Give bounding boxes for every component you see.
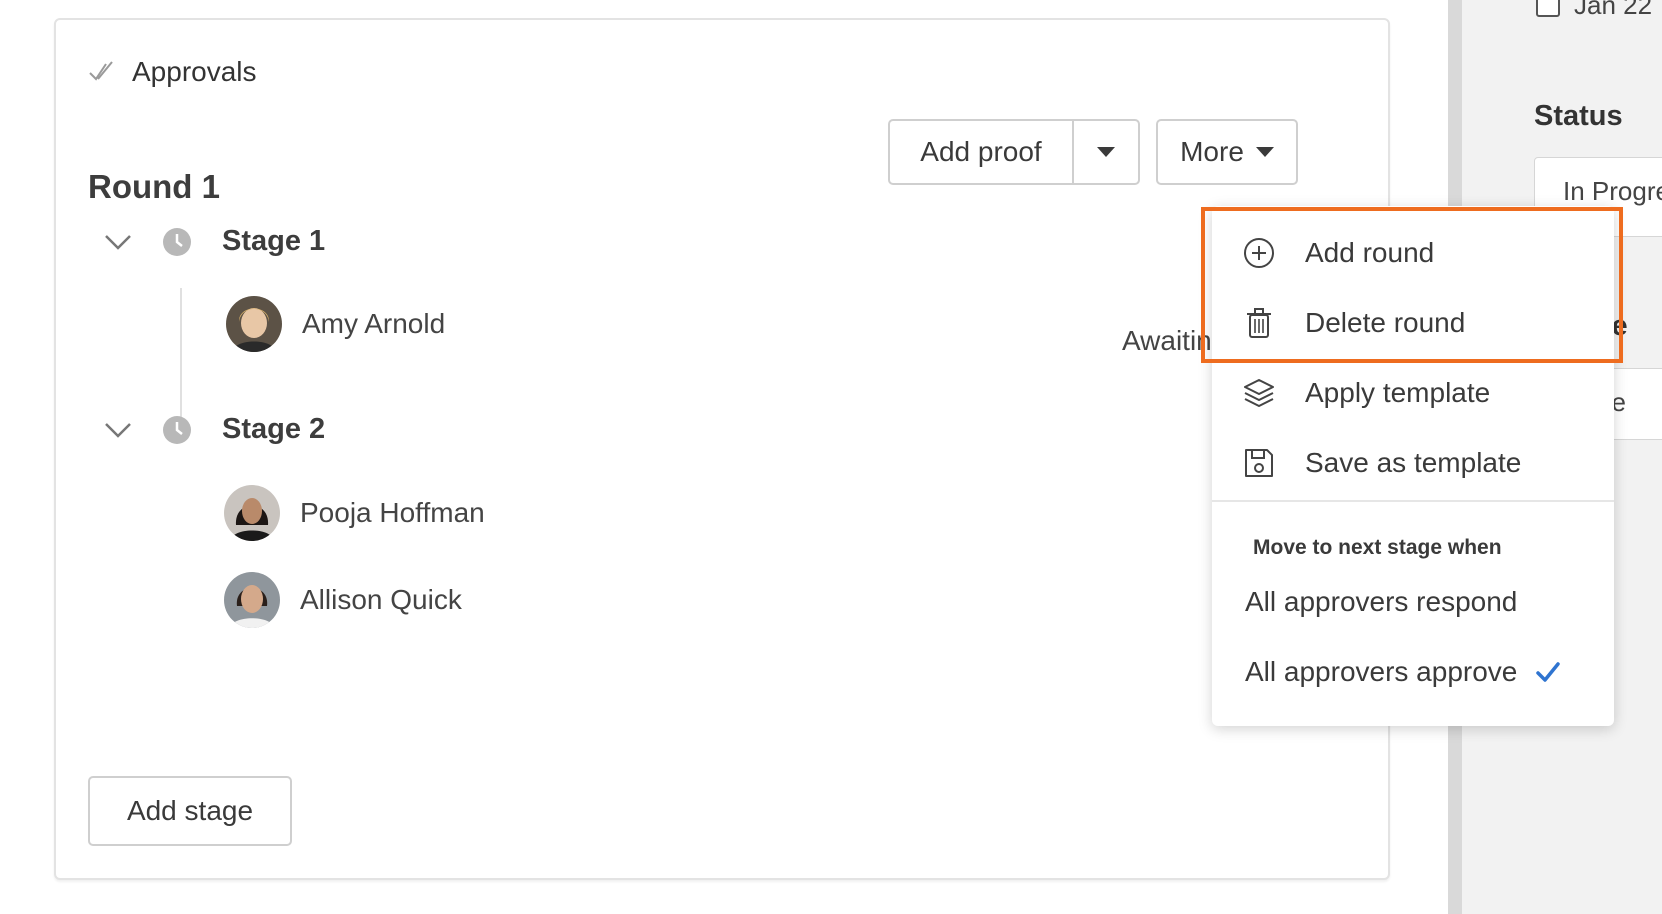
menu-item-apply-template[interactable]: Apply template	[1212, 358, 1614, 428]
approver-row: Amy Arnold	[226, 296, 445, 352]
card-title: Approvals	[132, 56, 257, 87]
avatar	[224, 572, 280, 628]
stage-1-row[interactable]: Stage 1	[96, 225, 325, 258]
menu-item-label: Delete round	[1305, 307, 1466, 338]
more-button-label: More	[1180, 136, 1244, 167]
option-label: All approvers respond	[1245, 586, 1518, 617]
more-menu: Add round Delete round Apply template Sa…	[1212, 206, 1614, 726]
menu-item-save-template[interactable]: Save as template	[1212, 428, 1614, 498]
add-proof-button[interactable]: Add proof	[888, 119, 1074, 185]
trash-icon	[1247, 308, 1271, 338]
add-proof-dropdown-button[interactable]	[1072, 119, 1140, 185]
chevron-down-icon[interactable]	[96, 415, 140, 445]
stage-connector	[180, 288, 182, 418]
caret-down-icon	[1097, 147, 1115, 157]
stage-label: Stage 1	[222, 225, 326, 257]
option-all-approve[interactable]: All approvers approve	[1245, 656, 1561, 688]
round-title: Round 1	[88, 168, 220, 205]
double-check-icon	[89, 61, 113, 81]
due-date-text: Jan 22	[1574, 0, 1653, 20]
chevron-down-icon[interactable]	[96, 227, 140, 257]
clock-icon	[163, 227, 191, 256]
status-label: Status	[1534, 100, 1623, 132]
avatar	[224, 485, 280, 541]
option-all-respond[interactable]: All approvers respond	[1245, 586, 1517, 618]
save-icon	[1245, 449, 1273, 477]
menu-item-label: Save as template	[1305, 447, 1522, 478]
approver-name: Amy Arnold	[302, 308, 446, 339]
approval-status: Awaitin	[1122, 325, 1212, 356]
approver-name: Allison Quick	[300, 584, 462, 615]
card-header: Approvals	[88, 56, 257, 88]
menu-divider	[1212, 500, 1614, 502]
approver-row: Pooja Hoffman	[224, 485, 485, 541]
add-stage-button[interactable]: Add stage	[88, 776, 292, 846]
approver-row: Allison Quick	[224, 572, 462, 628]
due-date-checkbox[interactable]	[1536, 0, 1560, 17]
stage-label: Stage 2	[222, 413, 326, 445]
caret-down-icon	[1255, 147, 1274, 157]
clock-icon	[163, 415, 191, 444]
due-date-row[interactable]: Jan 22	[1536, 0, 1652, 21]
checkmark-icon	[1536, 662, 1561, 682]
more-button[interactable]: More	[1156, 119, 1298, 185]
plus-circle-icon	[1244, 238, 1274, 268]
layers-icon	[1244, 379, 1274, 407]
menu-item-label: Apply template	[1305, 377, 1491, 408]
menu-item-delete-round[interactable]: Delete round	[1212, 288, 1614, 358]
menu-item-label: Add round	[1305, 237, 1435, 268]
menu-section-title: Move to next stage when	[1253, 536, 1502, 559]
stage-2-row[interactable]: Stage 2	[96, 413, 325, 446]
avatar	[226, 296, 282, 352]
approver-name: Pooja Hoffman	[300, 497, 485, 528]
menu-item-add-round[interactable]: Add round	[1212, 218, 1614, 288]
option-label: All approvers approve	[1245, 656, 1518, 687]
